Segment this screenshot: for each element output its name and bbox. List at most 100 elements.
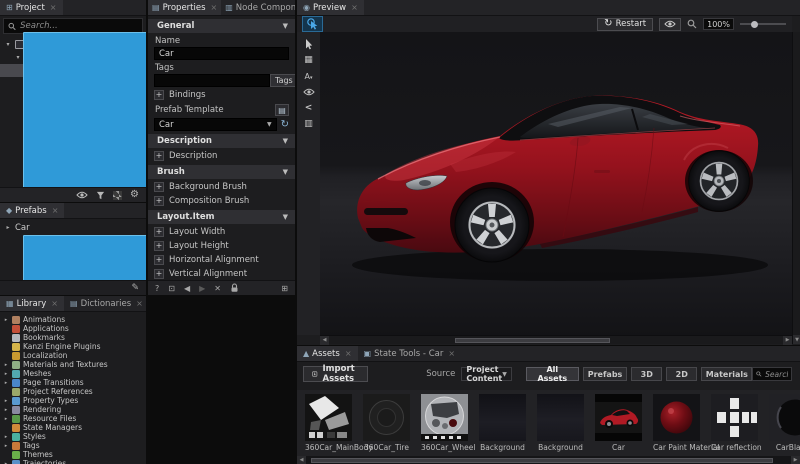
filter-icon[interactable] (96, 191, 105, 200)
gear-icon[interactable]: ⚙ (130, 190, 139, 200)
expander-icon[interactable]: ▾ (4, 41, 12, 48)
tab-prefabs[interactable]: ◆ Prefabs × (0, 203, 64, 218)
add-property-button[interactable]: + (154, 227, 164, 237)
transparency-toggle-icon[interactable] (113, 191, 122, 200)
scroll-right-icon[interactable]: ▶ (791, 456, 800, 464)
clear-icon[interactable]: ✕ (214, 284, 221, 293)
visibility-tool-button[interactable] (299, 85, 318, 99)
close-icon[interactable]: × (211, 3, 218, 12)
expander-icon[interactable]: ▸ (3, 443, 9, 449)
library-item[interactable]: ▸Tags (0, 441, 146, 450)
add-binding-button[interactable]: + (154, 90, 164, 100)
preview-vscrollbar[interactable]: ▼ (792, 32, 800, 344)
preview-hscrollbar[interactable]: ◀ ▶ (320, 335, 792, 344)
add-property-button[interactable]: + (154, 151, 164, 161)
edit-icon[interactable]: ✎ (131, 283, 139, 293)
asset-item[interactable]: Background (479, 394, 526, 454)
add-property-button[interactable]: + (154, 269, 164, 279)
asset-item[interactable]: Car (595, 394, 642, 454)
scroll-down-icon[interactable]: ▼ (793, 335, 800, 344)
hscroll-thumb[interactable] (455, 338, 610, 343)
asset-item[interactable]: 360Car_MainBody (305, 394, 352, 454)
close-icon[interactable]: × (351, 3, 358, 12)
close-icon[interactable]: × (50, 3, 57, 12)
prefab-item-car[interactable]: ▸ Car (0, 221, 146, 234)
interact-tool-button[interactable] (303, 17, 322, 31)
tags-button[interactable]: Tags (270, 74, 295, 87)
library-item[interactable]: ▸Meshes (0, 369, 146, 378)
help-icon[interactable]: ? (155, 284, 159, 293)
tab-node-components[interactable]: ▥ Node Components × (221, 0, 295, 15)
text-tool-button[interactable]: A▾ (299, 69, 318, 83)
asset-item[interactable]: 360Car_Wheel (421, 394, 468, 454)
copy-icon[interactable]: ⊡ (168, 284, 175, 293)
scroll-right-icon[interactable]: ▶ (783, 336, 792, 345)
library-item[interactable]: Localization (0, 351, 146, 360)
expander-icon[interactable]: ▾ (14, 54, 22, 61)
zoom-slider-thumb[interactable] (751, 21, 758, 28)
add-property-button[interactable]: + (154, 196, 164, 206)
detach-window-icon[interactable]: ⊞ (281, 284, 288, 293)
asset-item[interactable]: Background (537, 394, 584, 454)
expander-icon[interactable]: ▸ (3, 380, 9, 386)
forward-icon[interactable]: ▶ (199, 284, 205, 293)
section-description[interactable]: Description▼ (148, 134, 295, 148)
asset-item[interactable]: CarBlack (769, 394, 800, 454)
assets-hscrollbar[interactable]: ◀ ▶ (297, 456, 800, 464)
back-icon[interactable]: ◀ (184, 284, 190, 293)
filter-2d[interactable]: 2D (666, 367, 697, 381)
expander-icon[interactable]: ▸ (3, 362, 9, 368)
library-item[interactable]: ▸Trajectories (0, 459, 146, 464)
add-property-button[interactable]: + (154, 255, 164, 265)
section-brush[interactable]: Brush▼ (148, 165, 295, 179)
close-icon[interactable]: × (136, 299, 143, 308)
restart-button[interactable]: ↻ Restart (597, 18, 653, 31)
expander-icon[interactable]: ▸ (3, 398, 9, 404)
scroll-left-icon[interactable]: ◀ (320, 336, 329, 345)
scroll-left-icon[interactable]: ◀ (297, 456, 306, 464)
tab-preview[interactable]: ◉ Preview × (297, 0, 364, 15)
prefab-template-dropdown[interactable]: Car ▼ (154, 118, 277, 131)
filter-materials[interactable]: Materials (701, 367, 752, 381)
visibility-dropdown-button[interactable] (659, 18, 681, 31)
assets-search-input[interactable] (765, 370, 788, 379)
expander-icon[interactable]: ▸ (3, 371, 9, 377)
source-dropdown[interactable]: Project Content ▼ (461, 367, 511, 381)
expander-icon[interactable]: ▸ (3, 416, 9, 422)
tab-properties[interactable]: ▤ Properties × (148, 0, 221, 15)
filter-3d[interactable]: 3D (631, 367, 662, 381)
select-tool-button[interactable] (299, 37, 318, 51)
filter-all-assets[interactable]: All Assets (526, 367, 579, 381)
camera-tool-button[interactable]: ▥ (299, 117, 318, 131)
tags-field[interactable] (154, 74, 270, 87)
add-property-button[interactable]: + (154, 241, 164, 251)
section-layout-item[interactable]: Layout.Item▼ (148, 210, 295, 224)
tab-library[interactable]: ▦ Library × (0, 296, 64, 311)
expander-icon[interactable]: ▸ (3, 407, 9, 413)
library-item[interactable]: Themes (0, 450, 146, 459)
grid-tool-button[interactable]: ▦ (299, 53, 318, 67)
asset-item[interactable]: 360Car_Tire (363, 394, 410, 454)
library-item[interactable]: Project References (0, 387, 146, 396)
tree-item-car-selected[interactable]: ▾ Car (Car) (0, 64, 146, 77)
library-item[interactable]: ▸Animations (0, 315, 146, 324)
zoom-level-value[interactable]: 100% (703, 18, 734, 30)
library-item[interactable]: Bookmarks (0, 333, 146, 342)
refresh-icon[interactable]: ↻ (281, 120, 289, 130)
project-search-input[interactable] (20, 21, 138, 31)
close-icon[interactable]: × (448, 349, 455, 358)
assets-search[interactable] (752, 367, 792, 381)
assets-hscroll-thumb[interactable] (311, 458, 773, 463)
close-icon[interactable]: × (345, 349, 352, 358)
section-general[interactable]: General▼ (148, 19, 295, 33)
eye-icon[interactable] (76, 191, 88, 199)
expander-icon[interactable]: ▸ (3, 461, 9, 464)
asset-item[interactable]: Car reflection (711, 394, 758, 454)
close-icon[interactable]: × (52, 206, 59, 215)
library-item[interactable]: ▸Page Transitions (0, 378, 146, 387)
asset-item[interactable]: Car Paint Material (653, 394, 700, 454)
library-item[interactable]: Kanzi Engine Plugins (0, 342, 146, 351)
tab-project[interactable]: ⊞ Project × (0, 0, 63, 15)
import-assets-button[interactable]: Import Assets (303, 366, 368, 382)
tab-assets[interactable]: ▲ Assets × (297, 346, 358, 361)
